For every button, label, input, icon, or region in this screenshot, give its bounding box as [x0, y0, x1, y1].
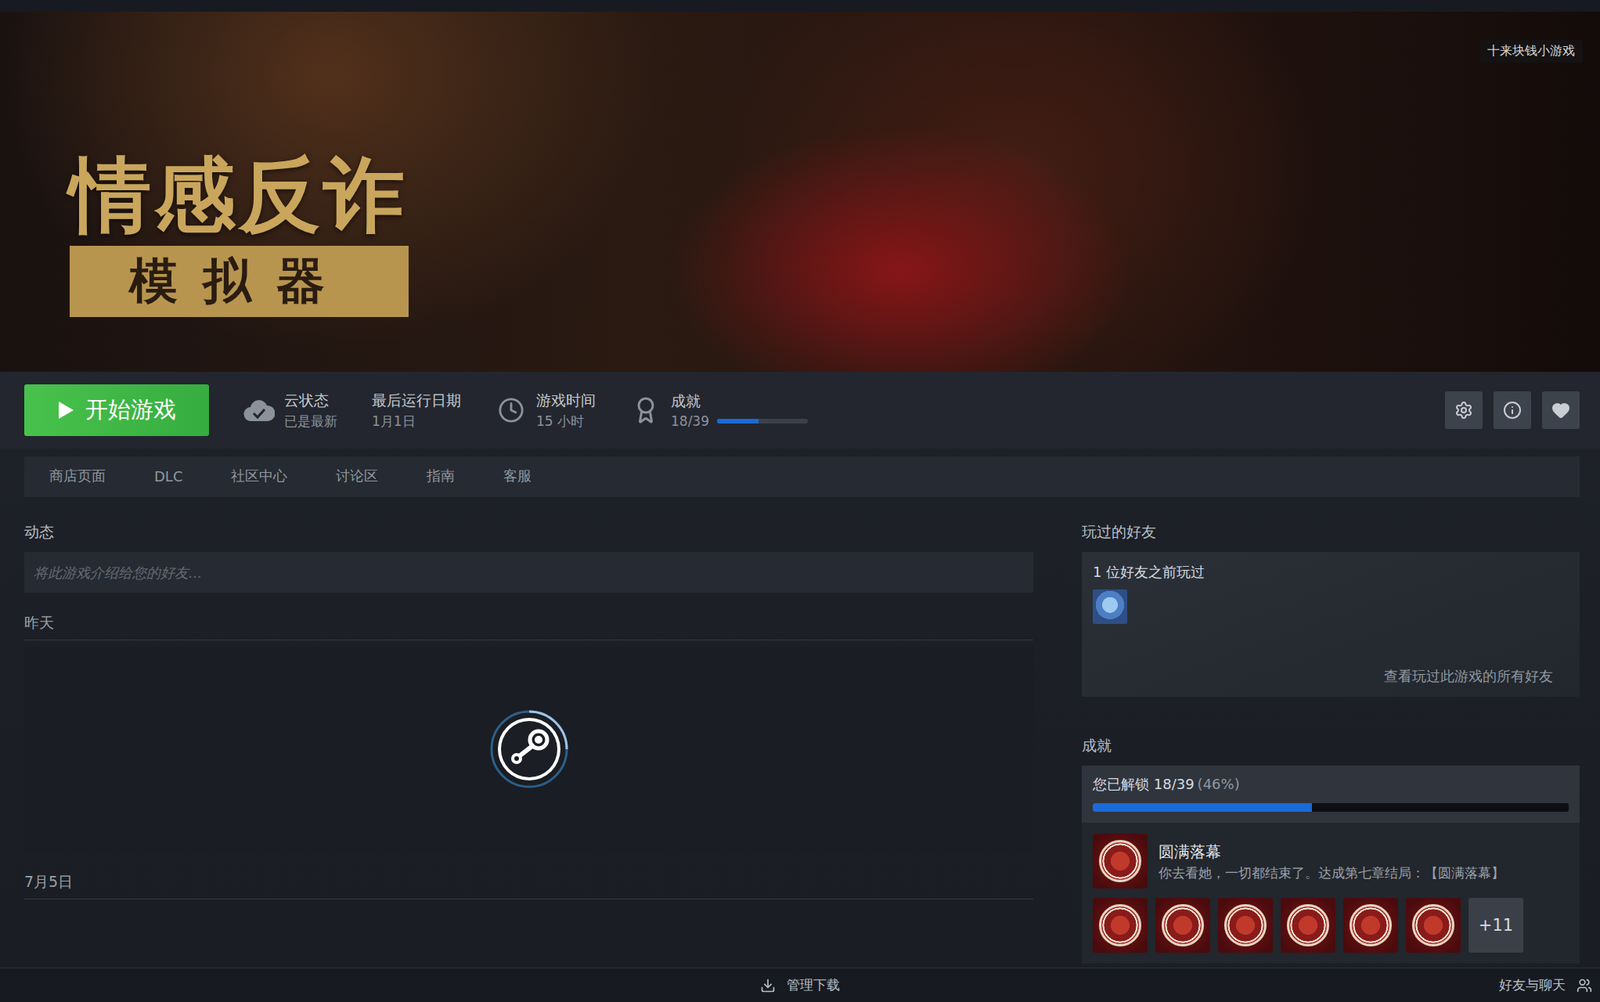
heart-icon — [1551, 400, 1571, 420]
achievement-progress — [1092, 803, 1569, 812]
award-icon — [631, 396, 660, 425]
friends-card: 1 位好友之前玩过查看玩过此游戏的所有好友 — [1081, 551, 1580, 697]
manage-downloads[interactable]: 管理下载 — [760, 976, 840, 995]
latest-achievement[interactable]: 圆满落幕你去看她，一切都结束了。达成第七章结局：【圆满落幕】 — [1081, 822, 1580, 894]
tab[interactable]: 社区中心 — [213, 460, 319, 494]
medal-icon[interactable] — [1218, 897, 1273, 953]
section-title: 成就 — [1081, 735, 1580, 757]
achievement-mini-bar — [717, 418, 808, 424]
play-button[interactable]: 开始游戏 — [24, 384, 210, 437]
activity-card — [24, 646, 1034, 852]
cloud-check-icon — [243, 397, 275, 423]
download-icon — [760, 977, 776, 994]
stat-icon-box — [495, 394, 527, 426]
medal-icon[interactable] — [1155, 897, 1211, 953]
friends-icon — [1576, 977, 1593, 994]
bottom-bar: 管理下载 好友与聊天 — [0, 967, 1600, 1002]
stat-icon-box — [243, 394, 275, 426]
achievement-summary: 您已解锁 18/39(46%) — [1092, 774, 1569, 794]
collection-badge: 十来块钱小游戏 — [1479, 39, 1583, 63]
tab[interactable]: 客服 — [486, 460, 563, 494]
stat-value: 1月1日 — [371, 412, 462, 431]
tab-bar: 商店页面DLC社区中心讨论区指南客服 — [24, 456, 1580, 498]
game-logo: 情感反诈模拟器 — [69, 152, 409, 318]
hero-banner: 情感反诈模拟器 十来块钱小游戏 — [0, 11, 1600, 372]
stat-label: 云状态 — [284, 390, 338, 411]
tab[interactable]: DLC — [136, 461, 214, 493]
stat-item: 成就18/39 — [630, 391, 808, 429]
tab[interactable]: 讨论区 — [318, 460, 410, 494]
medal-icon[interactable] — [1280, 897, 1336, 953]
achievement-description: 你去看她，一切都结束了。达成第七章结局：【圆满落幕】 — [1158, 864, 1505, 883]
logo-title: 情感反诈 — [69, 152, 408, 238]
achievements-card: 您已解锁 18/39(46%) 圆满落幕你去看她，一切都结束了。达成第七章结局：【… — [1081, 765, 1580, 964]
friend-avatar[interactable] — [1092, 589, 1128, 624]
stat-label: 游戏时间 — [536, 390, 596, 411]
favorite-button[interactable] — [1542, 391, 1580, 429]
stat-label: 成就 — [670, 391, 808, 412]
tab[interactable]: 商店页面 — [32, 460, 137, 494]
date-header: 7月5日 — [24, 872, 1034, 900]
settings-button[interactable] — [1445, 391, 1483, 429]
logo-subtitle: 模拟器 — [69, 245, 409, 317]
achievement-name: 圆满落幕 — [1158, 841, 1505, 863]
activity-card — [24, 905, 1034, 968]
activity-column: 动态昨天 7月5日 — [24, 522, 1034, 968]
all-friends-link[interactable]: 查看玩过此游戏的所有好友 — [1383, 666, 1569, 686]
steam-loading-icon — [488, 708, 570, 790]
date-header: 昨天 — [24, 612, 1034, 641]
medal-icon[interactable] — [1092, 897, 1148, 953]
stat-item: 最后运行日期1月1日 — [371, 390, 462, 431]
stat-item: 游戏时间15 小时 — [495, 390, 596, 431]
tab[interactable]: 指南 — [409, 460, 487, 494]
side-column: 玩过的好友 1 位好友之前玩过查看玩过此游戏的所有好友成就您已解锁 18/39(4… — [1081, 522, 1580, 968]
friends-chat[interactable]: 好友与聊天 — [1499, 976, 1593, 995]
clock-icon — [497, 396, 525, 424]
medal-icon — [1092, 833, 1148, 889]
stat-value: 18/39 — [670, 413, 808, 429]
medal-icon[interactable] — [1405, 897, 1461, 953]
stat-label: 最后运行日期 — [371, 390, 462, 411]
achievement-icons: +11 — [1081, 893, 1580, 964]
stat-icon-box — [630, 394, 662, 426]
more-achievements[interactable]: +11 — [1468, 897, 1524, 953]
share-input[interactable] — [24, 551, 1034, 593]
steam-library-page: 情感反诈模拟器十来块钱小游戏开始游戏云状态已是最新最后运行日期1月1日游戏时间1… — [0, 0, 1600, 1002]
stat-value: 已是最新 — [284, 412, 338, 431]
stat-value: 15 小时 — [536, 412, 596, 431]
stat-item: 云状态已是最新 — [243, 390, 338, 431]
section-title: 动态 — [24, 522, 1034, 543]
play-icon — [57, 400, 75, 420]
friends-count: 1 位好友之前玩过 — [1092, 562, 1569, 582]
info-button[interactable] — [1493, 391, 1532, 429]
info-icon — [1502, 400, 1522, 420]
top-strip — [0, 0, 1600, 12]
section-title: 玩过的好友 — [1081, 522, 1580, 543]
action-bar: 开始游戏云状态已是最新最后运行日期1月1日游戏时间15 小时成就18/39 — [0, 371, 1600, 449]
content: 动态昨天 7月5日 玩过的好友 1 位好友之前玩过查看玩过此游戏的所有好友成就您已解锁… — [0, 497, 1600, 968]
gear-icon — [1454, 400, 1474, 420]
medal-icon[interactable] — [1343, 897, 1399, 953]
